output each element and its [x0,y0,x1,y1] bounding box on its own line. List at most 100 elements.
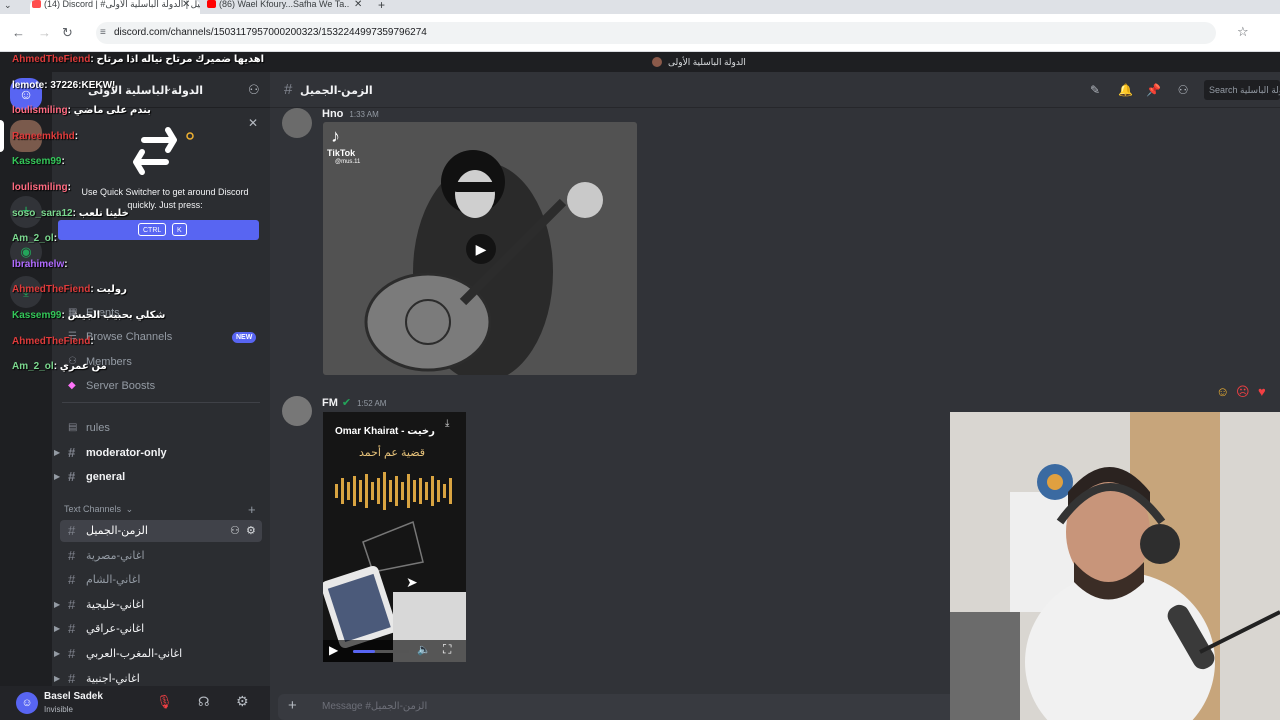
composer-placeholder: Message #الزمن-الجميل [322,701,428,712]
overlay-message: اهديها ضميرك مرتاح نياله اذا مرتاح [96,54,265,65]
overlay-username: AhmedTheFiend [12,335,91,347]
close-tab-icon[interactable]: ✕ [182,0,190,10]
channel-title: الزمن-الجميل [300,85,373,97]
overlay-message: 37226:KEKW! [50,79,116,91]
overlay-chat-line: AhmedTheFiend: اهديها ضميرك مرتاح نياله … [12,54,264,65]
overlay-chat-line: soso_sara12: خلينا نلعب [12,208,129,219]
divider [62,402,260,403]
overlay-separator: : [74,130,79,142]
threads-icon[interactable]: ✎ [1088,83,1102,97]
volume-icon[interactable]: 🔈 [417,643,431,656]
overlay-message: شكلي بحبيب الجيش [67,310,166,321]
create-channel-icon[interactable]: + [248,502,256,517]
channel-moderator-only[interactable]: ▶ # moderator-only [54,442,262,464]
channel-item[interactable]: ▶ # اغاني-عراقي [54,618,262,640]
overlay-separator: : [53,233,58,245]
tiktok-logo-icon: ♪ [331,126,340,146]
download-icon[interactable]: ⤓ [445,418,449,429]
channel-label: اغاني-المغرب-العربي [86,648,183,660]
search-input[interactable]: Search الدولة الباسلية [1204,80,1280,100]
selected-server-pill [0,120,4,152]
gear-icon[interactable]: ⚙ [236,693,249,710]
overlay-username: AhmedTheFiend [12,284,91,296]
member-list-icon[interactable]: ⚇ [1176,83,1190,97]
reload-icon[interactable]: ↻ [62,25,73,41]
channel-label: اغاني-خليجية [86,598,145,611]
hash-icon: # [68,523,76,538]
fullscreen-icon[interactable]: ⛶ [443,642,451,657]
gear-icon[interactable]: ⚙ [246,520,256,542]
overlay-separator: : [64,258,68,270]
hash-icon: # [68,469,76,484]
overlay-separator: : [67,182,71,193]
overlay-message: بندم على ماضي [73,105,151,117]
discord-favicon-icon [32,0,41,8]
back-icon[interactable]: ← [12,25,25,40]
microphone-muted-icon[interactable]: 🎙 [156,694,173,710]
progress-bar[interactable] [353,650,409,653]
tab-youtube[interactable]: (86) Wael Kfoury...Safha We Ta... [205,0,350,14]
tiktok-label: TikTok [327,148,356,158]
tab-label: (14) Discord | #الزمن-الجميل | الدولة ال… [44,0,200,9]
overlay-chat-line: AhmedTheFiend: روليت [12,284,127,295]
channel-label: الزمن-الجميل [86,525,148,537]
pinned-messages-icon[interactable]: 📌 [1146,83,1161,97]
overlay-username: Raneemkhhd [12,130,75,142]
channel-item[interactable]: # اغاني-مصرية [60,545,262,567]
overlay-chat-line: loulismiling: [12,182,71,193]
play-icon[interactable]: ▶ [329,643,338,657]
channel-header: # الزمن-الجميل ✎ 🔔 📌 ⚇ Search الدولة الب… [270,72,1280,108]
emoji-reaction-icon[interactable]: ☺ [1216,384,1229,399]
overlay-username: loulismiling [12,182,68,193]
overlay-username: Kassem99 [12,310,62,321]
channel-label: moderator-only [86,447,167,459]
verified-badge-icon: ✔ [341,397,352,409]
site-info-icon[interactable]: ≡ [100,22,106,44]
notification-bell-icon[interactable]: 🔔 [1118,83,1133,97]
category-text-channels[interactable]: Text Channels ⌄ [64,504,133,515]
collapse-caret-icon: ▶ [54,624,61,634]
avatar[interactable] [282,396,312,426]
search-placeholder: Search الدولة الباسلية [1209,85,1280,95]
tab-discord[interactable]: (14) Discord | #الزمن-الجميل | الدولة ال… [30,0,200,14]
invite-icon[interactable]: ⚇ [230,520,240,542]
emoji-reaction-icon[interactable]: ☹ [1236,384,1250,400]
message-author[interactable]: FM [322,397,338,409]
bookmark-star-icon[interactable]: ☆ [1237,24,1249,40]
overlay-username: Ibrahimelw [12,258,65,270]
message-time: 1:52 AM [357,399,387,408]
attach-plus-icon[interactable]: + [288,697,297,714]
channel-rules[interactable]: ▤ rules [60,417,262,439]
overlay-chat-line: Am_2_ol: [12,233,57,244]
channel-item[interactable]: ▶ # اغاني-المغرب-العربي [54,643,262,665]
audio-video-embed[interactable]: Omar Khairat - رخيت قضية عم أحمد ⤓ ▶ 🔈 ⛶ [323,412,466,662]
hash-icon: # [68,646,76,661]
tiktok-video-embed[interactable]: ♪ TikTok @mus.11 ▶ [323,122,637,375]
collapse-caret-icon: ▶ [54,649,61,658]
new-tab-button[interactable]: + [378,0,385,12]
avatar[interactable] [282,108,312,138]
play-button[interactable]: ▶ [466,234,496,264]
address-bar[interactable]: ≡ discord.com/channels/15031179570002003… [96,22,1216,44]
channel-item[interactable]: ▶ # اغاني-خليجية [54,594,262,616]
avatar[interactable]: ☺ [16,692,38,714]
channel-item[interactable]: # اغاني-الشام [60,569,262,591]
overlay-message: خلينا نلعب [78,207,129,219]
overlay-chat-line: lemote: 37226:KEKW! [12,80,115,91]
headphones-icon[interactable]: ☊ [198,694,210,710]
heart-reaction-icon[interactable]: ♥ [1258,384,1266,399]
browser-tab-strip: ⌄ (14) Discord | #الزمن-الجميل | الدولة … [0,0,1280,14]
discord-app: الدولة الباسلية الأولى ☺ + ◉ ⤓ الدولة ال… [0,52,1280,720]
forward-icon[interactable]: → [38,25,51,40]
channel-general[interactable]: ▶ # general [54,466,262,488]
webcam-overlay [950,412,1280,720]
channel-item[interactable]: # الزمن-الجميل ⚇ ⚙ [60,520,262,542]
tiktok-handle: @mus.11 [335,159,361,165]
url-text: discord.com/channels/1503117957000200323… [114,27,427,38]
window-title: الدولة الباسلية الأولى [668,57,746,67]
category-label: Text Channels [64,504,122,514]
message-author[interactable]: Hno [322,108,343,120]
close-tab-icon[interactable]: ✕ [354,0,362,10]
tab-search-chevron-icon[interactable]: ⌄ [4,0,12,11]
overlay-chat-line: Kassem99: [12,156,65,167]
